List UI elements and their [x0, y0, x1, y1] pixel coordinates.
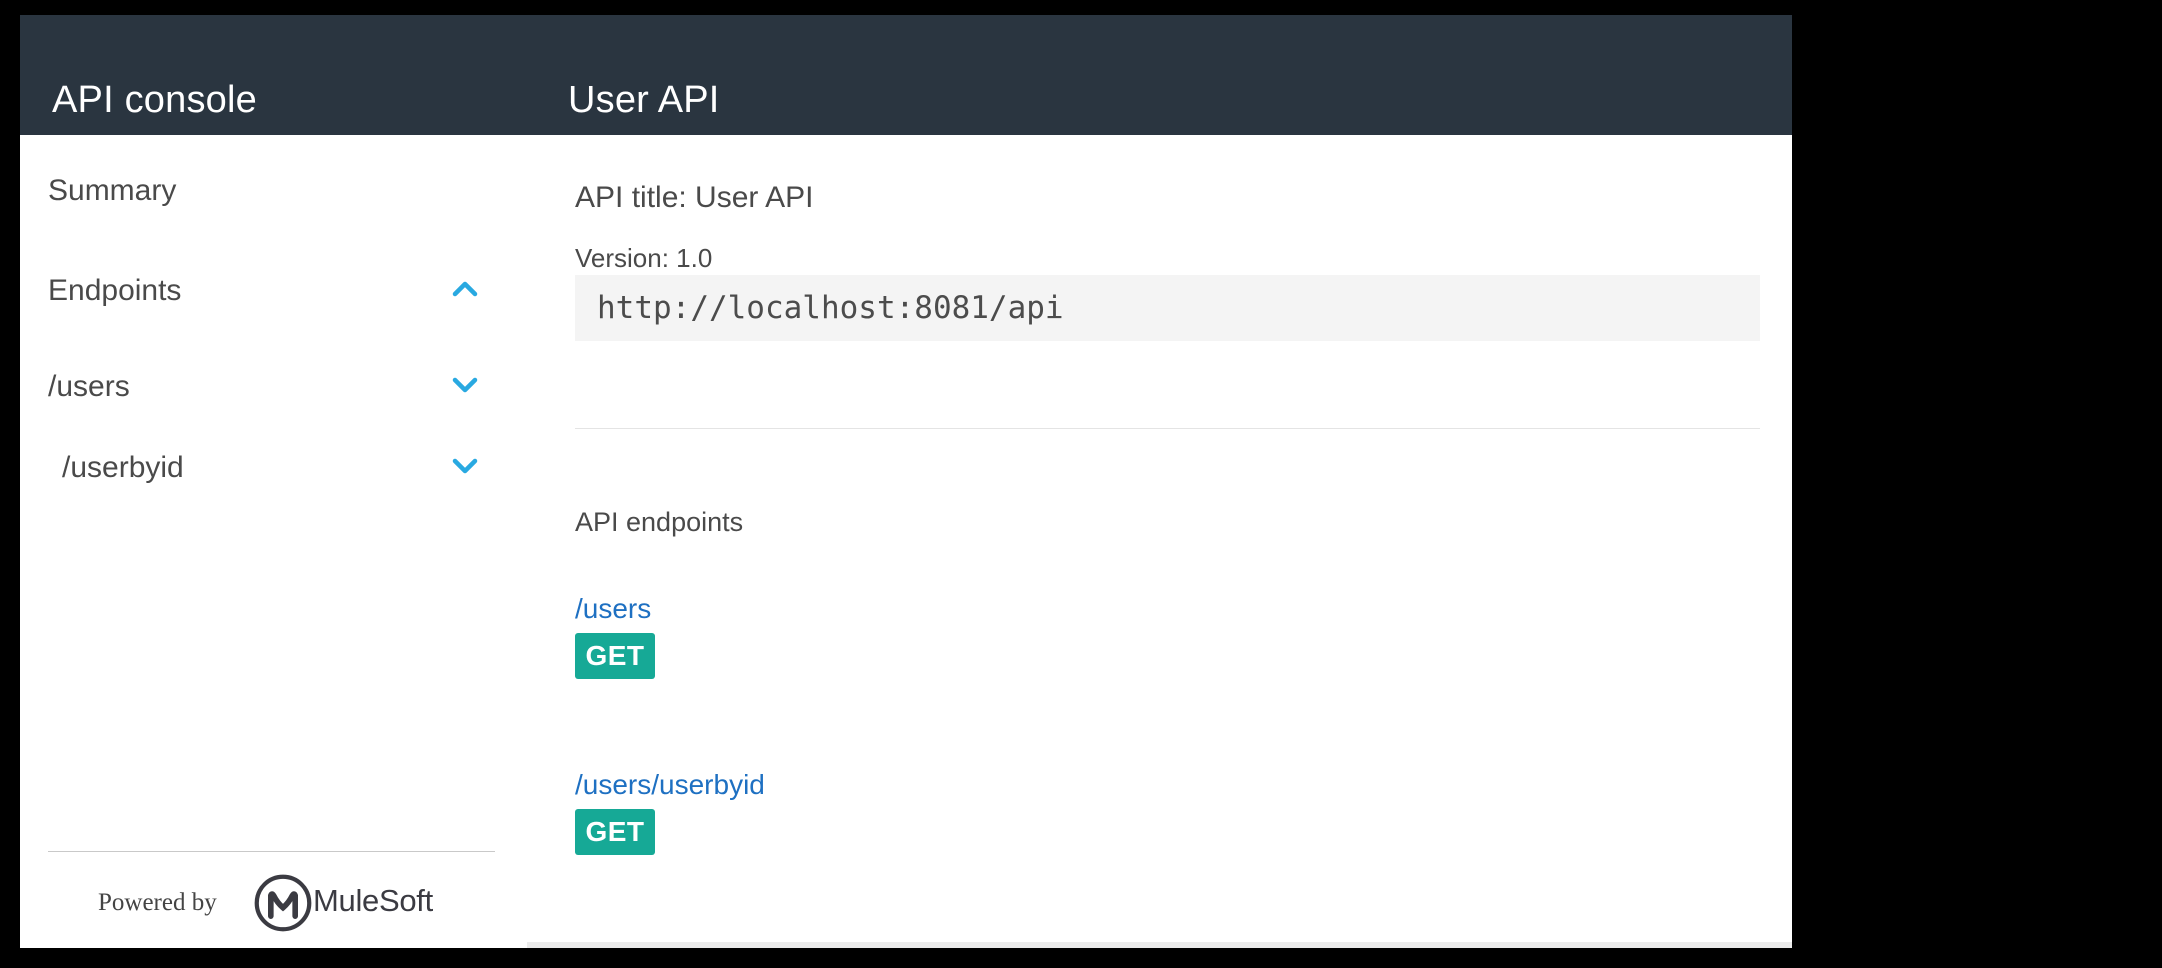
api-endpoints-heading: API endpoints: [575, 507, 744, 537]
base-uri-text: http://localhost:8081/api: [597, 290, 1064, 326]
sidebar-item-label: Summary: [48, 174, 177, 207]
endpoint-entry-users: /users GET: [575, 593, 1175, 723]
sidebar-item-userbyid[interactable]: /userbyid: [48, 448, 527, 488]
sidebar-item-label: Endpoints: [48, 274, 182, 307]
mulesoft-wordmark[interactable]: MuleSoft: [313, 883, 433, 919]
main-content: API title: User API Version: 1.0 http://…: [555, 135, 1792, 948]
chevron-down-icon[interactable]: [452, 376, 478, 394]
sidebar-item-label: /users: [48, 370, 130, 403]
section-divider: [575, 428, 1760, 429]
sidebar-item-summary[interactable]: Summary: [48, 171, 527, 211]
endpoint-link-users[interactable]: /users: [575, 593, 651, 625]
sidebar: Summary Endpoints /users /userbyid Power…: [20, 135, 555, 948]
sidebar-footer-divider: [48, 851, 495, 852]
powered-by-footer: Powered by MuleSoft: [20, 873, 555, 943]
horizontal-scrollbar[interactable]: [527, 942, 1792, 948]
api-title-text: API title: User API: [575, 181, 814, 214]
powered-by-label: Powered by: [98, 889, 217, 916]
api-console-window: API console User API Summary Endpoints /…: [20, 15, 1792, 948]
header-api-title: User API: [568, 79, 720, 121]
base-uri-block: http://localhost:8081/api: [575, 275, 1760, 341]
api-version-text: Version: 1.0: [575, 243, 713, 273]
sidebar-item-endpoints[interactable]: Endpoints: [48, 271, 527, 311]
sidebar-item-users[interactable]: /users: [48, 367, 527, 407]
get-method-badge[interactable]: GET: [575, 633, 655, 679]
app-title: API console: [52, 79, 257, 121]
chevron-down-icon[interactable]: [452, 457, 478, 475]
get-method-badge[interactable]: GET: [575, 809, 655, 855]
chevron-up-icon[interactable]: [452, 280, 478, 298]
screenshot-canvas: API console User API Summary Endpoints /…: [0, 0, 2162, 968]
header-bar: API console User API: [20, 15, 1792, 135]
mulesoft-logo-icon[interactable]: [253, 873, 313, 933]
sidebar-item-label: /userbyid: [62, 451, 184, 484]
endpoint-link-userbyid[interactable]: /users/userbyid: [575, 769, 765, 801]
endpoint-entry-userbyid: /users/userbyid GET: [575, 769, 1175, 899]
